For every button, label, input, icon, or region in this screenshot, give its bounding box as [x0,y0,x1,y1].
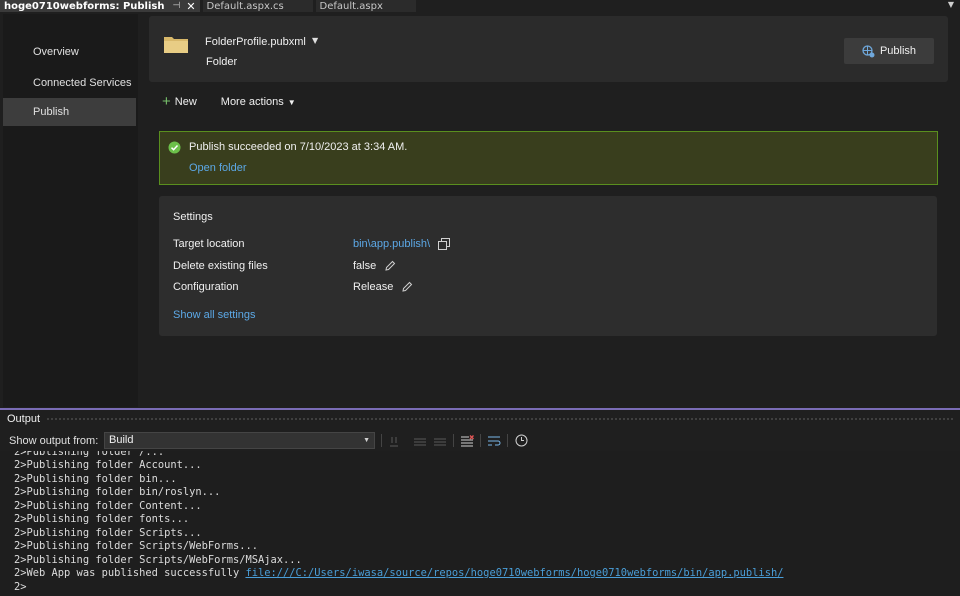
output-line: 2>Publishing folder fonts... [14,513,190,525]
profile-selector[interactable]: FolderProfile.pubxml [205,36,306,48]
word-wrap-icon[interactable] [486,433,502,448]
new-profile-button[interactable]: New [175,96,197,108]
publish-main: FolderProfile.pubxml ▼ Folder Publish + … [138,14,960,407]
publish-folder-link[interactable]: file:///C:/Users/iwasa/source/repos/hoge… [245,567,783,579]
delete-existing-text: false [353,260,377,272]
output-text-area[interactable]: 2>Publishing folder /... 2>Publishing fo… [0,451,960,596]
output-line: 2>Publishing folder Content... [14,499,202,512]
target-location-label: Target location [173,238,245,250]
output-line-text: 2>Web App was published successfully [14,567,246,579]
configuration-label: Configuration [173,281,239,293]
sidebar-item-label: Connected Services [33,77,132,89]
check-circle-icon [168,141,181,154]
tab-label: Default.aspx.cs [206,0,284,12]
tab-overflow-chevron-icon[interactable]: ▼ [948,0,954,10]
find-message-icon[interactable] [386,433,402,448]
publish-sidebar: Overview Connected Services Publish [3,14,138,407]
folder-icon [164,37,188,53]
sidebar-item-publish[interactable]: Publish [3,98,136,126]
more-actions-button[interactable]: More actions ▼ [221,96,296,108]
show-output-label: Show output from: [9,434,99,447]
configuration-value: Release [353,281,413,293]
action-bar: + New More actions ▼ [162,94,296,110]
sidebar-item-label: Overview [33,46,79,58]
edit-pencil-icon[interactable] [401,281,413,293]
toolbar-separator [507,434,508,447]
timestamp-clock-icon[interactable] [513,433,529,448]
profile-card: FolderProfile.pubxml ▼ Folder Publish [149,16,948,82]
output-line: 2>Publishing folder Scripts... [14,526,202,539]
tab-default-aspx-cs[interactable]: Default.aspx.cs [202,0,313,12]
toolbar-separator [453,434,454,447]
publish-success-banner: Publish succeeded on 7/10/2023 at 3:34 A… [159,131,938,185]
delete-existing-label: Delete existing files [173,260,268,272]
copy-icon[interactable] [438,238,451,250]
more-actions-label: More actions [220,96,284,108]
tab-label: hoge0710webforms: Publish [4,0,165,12]
success-message: Publish succeeded on 7/10/2023 at 3:34 A… [189,141,408,153]
tab-publish[interactable]: hoge0710webforms: Publish ⊣ ✕ [0,0,200,12]
tab-label: Default.aspx [319,0,383,12]
chevron-down-icon[interactable]: ▼ [312,36,318,45]
sidebar-item-connected-services[interactable]: Connected Services [3,69,136,97]
output-line: 2>Web App was published successfully fil… [14,567,783,580]
output-toolbar: Show output from: Build ▼ [0,430,960,451]
output-line: 2>Publishing folder Scripts/WebForms/MSA… [14,553,302,566]
output-source-select[interactable]: Build ▼ [104,432,375,449]
configuration-text: Release [353,281,394,293]
pin-icon[interactable]: ⊣ [172,1,180,11]
output-line: 2>Publishing folder bin/roslyn... [14,486,221,498]
publish-button-label: Publish [879,45,917,57]
previous-message-icon[interactable] [412,433,428,448]
toolbar-separator [480,434,481,447]
target-location-link[interactable]: bin\app.publish\ [353,238,430,250]
open-folder-link[interactable]: Open folder [189,162,246,174]
chevron-down-icon: ▼ [287,98,296,107]
tab-default-aspx[interactable]: Default.aspx [315,0,416,12]
output-line: 2>Publishing folder Scripts/WebForms... [14,540,258,552]
sidebar-item-label: Publish [33,106,70,118]
publish-button[interactable]: Publish [844,38,934,64]
clear-all-icon[interactable] [459,433,475,448]
close-icon[interactable]: ✕ [186,0,195,12]
panel-grip[interactable] [46,416,954,422]
delete-existing-value: false [353,260,396,272]
output-line: 2>Publishing folder Account... [14,459,202,471]
document-tab-strip: hoge0710webforms: Publish ⊣ ✕ Default.as… [0,0,960,12]
toolbar-separator [381,434,382,447]
settings-card: Settings Target location bin\app.publish… [159,196,937,336]
chevron-down-icon: ▼ [363,437,370,444]
output-line: 2> [14,580,27,593]
output-panel-header: Output [0,410,960,428]
target-location-value[interactable]: bin\app.publish\ [353,238,451,250]
plus-icon[interactable]: + [162,94,171,109]
output-title: Output [7,413,41,425]
publish-globe-icon [862,44,875,57]
next-message-icon[interactable] [432,433,448,448]
output-line: 2>Publishing folder /... [14,451,165,458]
output-source-value: Build [109,434,134,446]
sidebar-item-overview[interactable]: Overview [3,38,136,66]
show-all-settings-link[interactable]: Show all settings [173,309,256,321]
edit-pencil-icon[interactable] [384,260,396,272]
settings-title: Settings [173,211,213,223]
profile-type: Folder [206,56,238,68]
output-line: 2>Publishing folder bin... [14,472,177,485]
